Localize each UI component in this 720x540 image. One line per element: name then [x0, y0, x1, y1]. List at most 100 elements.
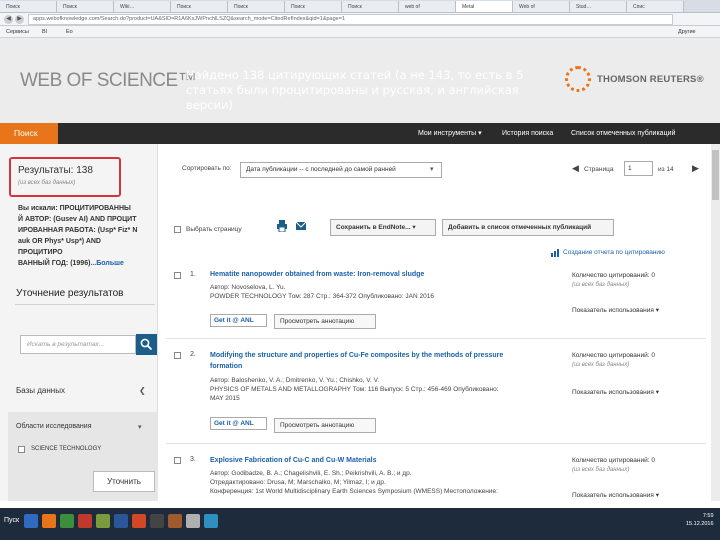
powerpoint-icon[interactable]: [132, 514, 146, 528]
back-icon[interactable]: ◀: [4, 15, 13, 24]
browser-tab[interactable]: Поиск: [171, 1, 228, 12]
usage-count[interactable]: Показатель использования ▾: [572, 388, 659, 396]
app-icon[interactable]: [204, 514, 218, 528]
page-label: Страница: [584, 166, 614, 173]
app-icon[interactable]: [78, 514, 92, 528]
view-abstract-button[interactable]: Просмотреть аннотацию: [274, 418, 376, 433]
chevron-down-icon: ▾: [478, 130, 482, 137]
nav-search-tab[interactable]: Поиск: [0, 123, 58, 148]
app-icon[interactable]: [186, 514, 200, 528]
bar-chart-icon: [551, 249, 559, 257]
record-title-link[interactable]: Hematite nanopowder obtained from waste:…: [210, 269, 424, 280]
select-page-checkbox[interactable]: [174, 226, 181, 233]
divider: [166, 338, 706, 339]
record-number: 1.: [190, 271, 196, 278]
record-checkbox[interactable]: [174, 457, 181, 464]
start-button[interactable]: Пуск: [4, 517, 19, 524]
browser-tab[interactable]: Stud…: [570, 1, 627, 12]
page-total: из 14: [658, 166, 674, 173]
bookmark-services[interactable]: Сервисы: [6, 26, 29, 38]
explorer-icon[interactable]: [24, 514, 38, 528]
screen: Поиск Поиск Wiki… Поиск Поиск Поиск Поиск web o…: [0, 0, 720, 540]
sort-label: Сортировать по:: [182, 165, 232, 172]
area-checkbox[interactable]: [18, 446, 25, 453]
record-title-link[interactable]: Modifying the structure and properties o…: [210, 350, 503, 372]
thomson-reuters-logo-icon: [565, 66, 591, 92]
browser-tab[interactable]: Metal: [456, 1, 513, 12]
databases-section[interactable]: Базы данных: [16, 386, 65, 395]
nav-search-history[interactable]: История поиска: [502, 123, 553, 144]
search-query-summary: Вы искали: ПРОЦИТИРОВАННЫ Й АВТОР: (Guse…: [18, 205, 138, 267]
nav-my-tools[interactable]: Мои инструменты ▾: [418, 123, 482, 144]
app-icon[interactable]: [150, 514, 164, 528]
record-source: POWDER TECHNOLOGY Том: 287 Стр.: 364-372…: [210, 293, 434, 300]
chevron-down-icon: ▾: [655, 389, 659, 396]
print-icon[interactable]: [277, 220, 287, 232]
prev-page-icon[interactable]: ◀: [572, 163, 579, 174]
chevron-down-icon[interactable]: ▾: [430, 162, 434, 178]
record-number: 3.: [190, 456, 196, 463]
bookmark-bl[interactable]: Bl: [42, 26, 47, 38]
page-number-input[interactable]: 1: [624, 161, 653, 176]
refine-results-title: Уточнение результатов: [16, 288, 124, 299]
select-page-label: Выбрать страницу: [186, 226, 242, 233]
refine-button[interactable]: Уточнить: [93, 471, 155, 492]
system-clock: 7:59 15.12.2016: [686, 513, 714, 527]
sort-select[interactable]: Дата публикации -- с последней до самой …: [240, 162, 442, 178]
view-abstract-button[interactable]: Просмотреть аннотацию: [274, 314, 376, 329]
times-cited-scope: (из всех баз данных): [572, 467, 630, 473]
times-cited-scope: (из всех баз данных): [572, 362, 630, 368]
chevron-down-icon: ▾: [655, 492, 659, 499]
next-page-icon[interactable]: ▶: [692, 163, 699, 174]
record-checkbox[interactable]: [174, 352, 181, 359]
browser-address-bar: ◀ ▶ apps.webofknowledge.com/Search.do?pr…: [0, 13, 720, 26]
browser-tab[interactable]: web of: [399, 1, 456, 12]
chrome-icon[interactable]: [60, 514, 74, 528]
area-option-label: SCIENCE TECHNOLOGY: [31, 446, 102, 452]
app-icon[interactable]: [96, 514, 110, 528]
browser-tab[interactable]: Поиск: [0, 1, 57, 12]
scrollbar-thumb[interactable]: [712, 150, 719, 200]
query-more-link[interactable]: ...Больше: [90, 260, 123, 267]
bookmarks-bar: Сервисы Bl Eo Другие закладки: [0, 26, 720, 47]
research-areas-title[interactable]: Области исследования: [16, 423, 92, 430]
web-of-science-logo[interactable]: WEB OF SCIENCE™: [20, 70, 197, 92]
results-scope: (из всех баз данных): [18, 180, 76, 186]
save-to-endnote-button[interactable]: Сохранить в EndNote... ▾: [330, 219, 436, 236]
citation-report-link[interactable]: Создание отчета по цитированию: [563, 249, 665, 256]
record-title-link[interactable]: Explosive Fabrication of Cu-C and Cu-W M…: [210, 455, 376, 466]
browser-tab[interactable]: Поиск: [228, 1, 285, 12]
refine-search-button[interactable]: [136, 334, 157, 355]
record-authors: Автор: Novoselova, L. Yu.: [210, 284, 286, 291]
record-checkbox[interactable]: [174, 272, 181, 279]
browser-tab[interactable]: Поиск: [57, 1, 114, 12]
get-it-button[interactable]: Get it @ ANL: [210, 314, 267, 327]
refine-search-input[interactable]: Искать в результатах...: [20, 335, 136, 354]
browser-tab[interactable]: Поиск: [342, 1, 399, 12]
add-to-marked-list-button[interactable]: Добавить в список отмеченных публикаций: [442, 219, 614, 236]
get-it-button[interactable]: Get it @ ANL: [210, 417, 267, 430]
browser-tab[interactable]: Wiki…: [114, 1, 171, 12]
bookmark-eo[interactable]: Eo: [66, 26, 73, 38]
nav-marked-list[interactable]: Список отмеченных публикаций: [571, 123, 675, 144]
chevron-down-icon[interactable]: ▾: [138, 423, 142, 431]
chevron-down-icon: ▾: [655, 307, 659, 314]
times-cited-scope: (из всех баз данных): [572, 282, 630, 288]
times-cited: Количество цитирований: 0: [572, 272, 655, 279]
browser-tab[interactable]: Спис: [627, 1, 684, 12]
app-icon[interactable]: [168, 514, 182, 528]
word-icon[interactable]: [114, 514, 128, 528]
chevron-down-icon: ▾: [412, 224, 416, 231]
browser-tab[interactable]: Web of: [513, 1, 570, 12]
record-authors: Автор: Godibadze, B. A.; Chagelishvili, …: [210, 470, 412, 477]
usage-count[interactable]: Показатель использования ▾: [572, 491, 659, 499]
record-number: 2.: [190, 351, 196, 358]
forward-icon[interactable]: ▶: [15, 15, 24, 24]
firefox-icon[interactable]: [42, 514, 56, 528]
chevron-left-icon[interactable]: ❮: [139, 386, 146, 395]
record-source: PHYSICS OF METALS AND METALLOGRAPHY Том:…: [210, 386, 499, 393]
url-field[interactable]: apps.webofknowledge.com/Search.do?produc…: [28, 14, 673, 25]
email-icon[interactable]: [296, 220, 306, 232]
browser-tab[interactable]: Поиск: [285, 1, 342, 12]
usage-count[interactable]: Показатель использования ▾: [572, 306, 659, 314]
